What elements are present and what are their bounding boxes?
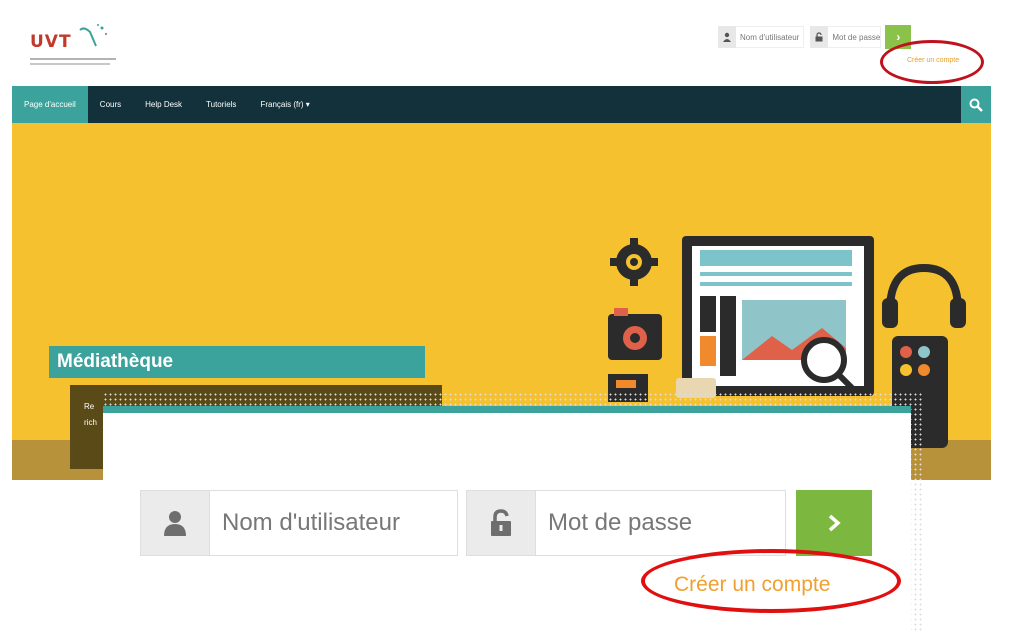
site-logo[interactable]: UVT — [30, 22, 130, 72]
login-form: Nom d'utilisateur Mot de passe — [140, 490, 872, 556]
chevron-right-icon — [828, 514, 841, 532]
main-navbar: Page d'accueil Cours Help Desk Tutoriels… — [12, 86, 991, 123]
user-icon — [718, 26, 736, 48]
lock-icon — [810, 26, 829, 48]
header-username-input[interactable]: Nom d'utilisateur — [736, 26, 805, 48]
logo-mark-icon — [79, 24, 108, 47]
login-submit-button[interactable] — [796, 490, 872, 556]
annotation-circle-large — [641, 549, 901, 613]
nav-item-language[interactable]: Français (fr) ▾ — [248, 86, 321, 123]
logo-text: UVT — [30, 32, 72, 52]
logo-tagline-2 — [30, 63, 110, 65]
lock-icon — [491, 509, 511, 536]
logo-tagline — [30, 58, 116, 60]
monitor-icon — [682, 236, 874, 396]
username-input[interactable]: Nom d'utilisateur — [210, 490, 458, 556]
header-login-form: Nom d'utilisateur Mot de passe › — [718, 25, 912, 49]
gear-icon — [610, 238, 658, 286]
annotation-circle-small — [880, 40, 984, 84]
camera-icon — [608, 308, 662, 360]
nav-item-helpdesk[interactable]: Help Desk — [133, 86, 194, 123]
headphones-icon — [882, 263, 966, 328]
password-input[interactable]: Mot de passe — [536, 490, 786, 556]
header-password-input[interactable]: Mot de passe — [828, 26, 882, 48]
chevron-right-icon: › — [896, 30, 901, 44]
user-icon — [164, 511, 186, 536]
search-icon — [969, 98, 983, 112]
search-button[interactable] — [961, 86, 991, 123]
nav-item-home[interactable]: Page d'accueil — [12, 86, 88, 123]
username-addon — [140, 490, 210, 556]
nav-item-courses[interactable]: Cours — [88, 86, 133, 123]
password-addon — [466, 490, 536, 556]
nav-item-tutorials[interactable]: Tutoriels — [194, 86, 248, 123]
hero-title: Médiathèque — [49, 346, 425, 378]
zoomed-login-panel: Nom d'utilisateur Mot de passe Créer un … — [103, 406, 911, 633]
